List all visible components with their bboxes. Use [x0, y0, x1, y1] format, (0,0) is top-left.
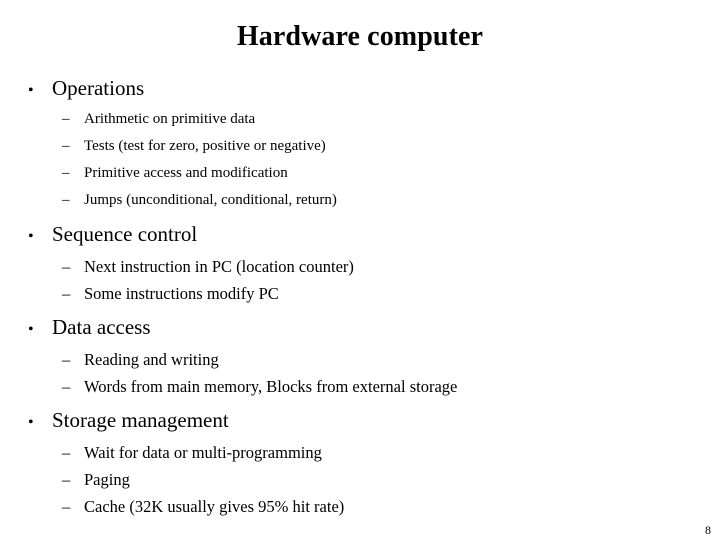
dash-marker-icon: – — [62, 111, 70, 127]
sub-bullet-item: – Words from main memory, Blocks from ex… — [0, 373, 720, 400]
sub-bullet-item: – Reading and writing — [0, 346, 720, 373]
bullet-heading-label: Operations — [52, 76, 145, 100]
dash-marker-icon: – — [62, 443, 71, 462]
dash-marker-icon: – — [62, 497, 71, 516]
bullet-heading-data-access: • Data access — [0, 313, 720, 344]
sub-bullet-label: Arithmetic on primitive data — [84, 111, 256, 127]
sub-bullet-label: Some instructions modify PC — [84, 284, 279, 303]
sub-bullet-label: Paging — [84, 470, 130, 489]
sub-bullet-item: – Cache (32K usually gives 95% hit rate) — [0, 493, 720, 520]
sub-bullet-item: – Wait for data or multi-programming — [0, 439, 720, 466]
bullet-heading-operations: • Operations — [0, 74, 720, 105]
dash-marker-icon: – — [62, 138, 70, 154]
slide: Hardware computer • Operations – Arithme… — [0, 0, 720, 540]
bullet-heading-label: Sequence control — [52, 222, 198, 246]
sub-bullet-item: – Tests (test for zero, positive or nega… — [0, 133, 720, 160]
sub-bullet-item: – Some instructions modify PC — [0, 280, 720, 307]
dash-marker-icon: – — [62, 192, 70, 208]
sub-bullet-label: Cache (32K usually gives 95% hit rate) — [84, 497, 345, 516]
sub-bullet-item: – Jumps (unconditional, conditional, ret… — [0, 187, 720, 214]
bullet-heading-storage-management: • Storage management — [0, 406, 720, 437]
bullet-marker-icon: • — [28, 228, 34, 245]
bullet-group-storage-management: • Storage management – Wait for data or … — [0, 406, 720, 520]
sub-bullet-label: Words from main memory, Blocks from exte… — [84, 377, 458, 396]
dash-marker-icon: – — [62, 470, 71, 489]
dash-marker-icon: – — [62, 284, 71, 303]
dash-marker-icon: – — [62, 165, 70, 181]
bullet-group-data-access: • Data access – Reading and writing – Wo… — [0, 313, 720, 400]
slide-body: • Operations – Arithmetic on primitive d… — [0, 74, 720, 520]
sub-bullet-label: Jumps (unconditional, conditional, retur… — [84, 192, 337, 208]
bullet-group-operations: • Operations – Arithmetic on primitive d… — [0, 74, 720, 214]
page-title: Hardware computer — [236, 21, 484, 52]
dash-marker-icon: – — [62, 257, 71, 276]
dash-marker-icon: – — [62, 350, 71, 369]
sub-bullet-label: Reading and writing — [84, 350, 219, 369]
bullet-heading-label: Storage management — [52, 408, 229, 432]
dash-marker-icon: – — [62, 377, 71, 396]
sub-bullet-label: Tests (test for zero, positive or negati… — [84, 138, 326, 154]
sub-bullet-item: – Arithmetic on primitive data — [0, 106, 720, 133]
bullet-marker-icon: • — [28, 82, 34, 99]
bullet-marker-icon: • — [28, 414, 34, 431]
sub-bullet-label: Next instruction in PC (location counter… — [84, 257, 354, 276]
sub-bullet-item: – Primitive access and modification — [0, 160, 720, 187]
bullet-marker-icon: • — [28, 321, 34, 338]
sub-bullet-item: – Next instruction in PC (location count… — [0, 253, 720, 280]
bullet-heading-label: Data access — [52, 315, 151, 339]
bullet-group-sequence-control: • Sequence control – Next instruction in… — [0, 220, 720, 307]
sub-bullet-label: Primitive access and modification — [84, 165, 288, 181]
sub-bullet-item: – Paging — [0, 466, 720, 493]
bullet-heading-sequence-control: • Sequence control — [0, 220, 720, 251]
page-number: 8 — [705, 523, 711, 537]
sub-bullet-label: Wait for data or multi-programming — [84, 443, 322, 462]
